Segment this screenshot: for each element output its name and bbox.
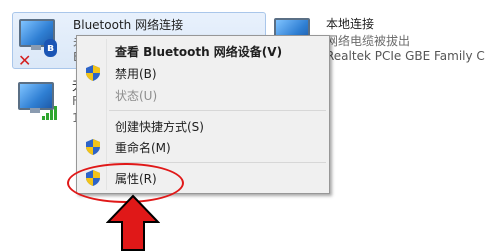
- signal-bars-icon: [42, 106, 58, 120]
- connection-status: 网络电缆被拔出: [326, 34, 411, 48]
- menu-item-rename[interactable]: 重命名(M): [80, 136, 326, 158]
- menu-item-label: 状态(U): [115, 89, 158, 103]
- menu-item-disable[interactable]: 禁用(B): [80, 62, 326, 84]
- menu-item-label: 查看 Bluetooth 网络设备(V): [115, 45, 283, 59]
- menu-item-status[interactable]: 状态(U): [80, 84, 326, 106]
- bluetooth-icon: ʙ: [44, 39, 57, 57]
- menu-item-create-shortcut[interactable]: 创建快捷方式(S): [80, 115, 326, 137]
- up-arrow-icon: [106, 194, 160, 251]
- menu-item-view-bluetooth-devices[interactable]: 查看 Bluetooth 网络设备(V): [80, 40, 326, 62]
- menu-separator: [109, 110, 326, 111]
- menu-item-label: 禁用(B): [115, 67, 157, 81]
- uac-shield-icon: [86, 139, 100, 155]
- uac-shield-icon: [86, 65, 100, 81]
- connection-name: Bluetooth 网络连接: [73, 18, 184, 32]
- x-icon: ✕: [18, 51, 32, 70]
- menu-item-label: 重命名(M): [115, 141, 171, 155]
- connection-name: 本地连接: [326, 17, 375, 31]
- menu-item-label: 创建快捷方式(S): [115, 120, 204, 134]
- connection-device: Realtek PCIe GBE Family Co: [326, 49, 485, 63]
